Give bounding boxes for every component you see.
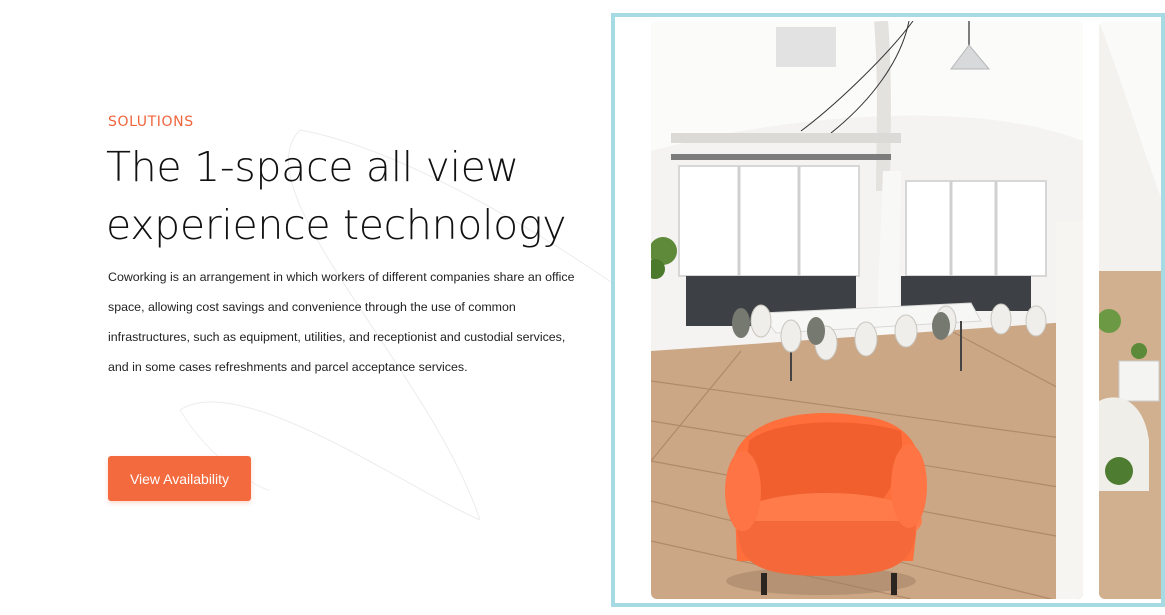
- section-headline: The 1-space all view experience technolo…: [106, 143, 567, 249]
- gallery-slide-coworking-space[interactable]: [651, 21, 1083, 599]
- gallery-slide-coworking-lounge[interactable]: [1099, 21, 1161, 599]
- view-availability-button[interactable]: View Availability: [108, 456, 251, 501]
- image-gallery[interactable]: [611, 13, 1165, 607]
- coworking-space-photo: [651, 21, 1083, 599]
- section-eyebrow: SOLUTIONS: [108, 114, 194, 130]
- section-description: Coworking is an arrangement in which wor…: [108, 270, 575, 374]
- coworking-lounge-photo: [1099, 21, 1161, 599]
